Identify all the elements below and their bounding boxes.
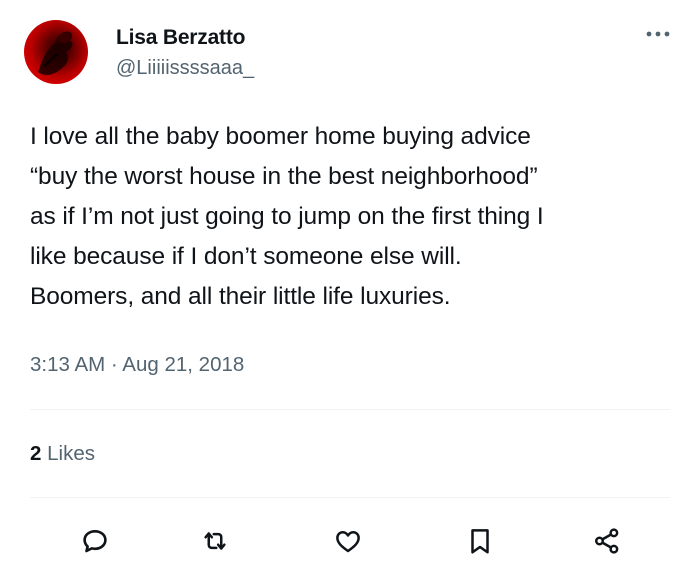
bookmark-button[interactable] [461, 522, 499, 560]
avatar-photo [38, 31, 73, 75]
more-horizontal-icon [646, 31, 670, 37]
likes-count: 2 [30, 442, 42, 465]
share-button[interactable] [588, 522, 626, 560]
user-handle[interactable]: @Liiiiissssaaa_ [116, 57, 254, 80]
likes-stat[interactable]: 2 Likes [30, 442, 95, 466]
reply-button[interactable] [76, 522, 114, 560]
avatar[interactable] [24, 20, 88, 84]
tweet-text-line: I love all the baby boomer home buying a… [30, 123, 531, 150]
reply-icon [83, 529, 107, 553]
retweet-icon [204, 532, 226, 550]
tweet-text-line: as if I’m not just going to jump on the … [30, 203, 544, 230]
tweet-text-line: like because if I don’t someone else wil… [30, 243, 462, 270]
tweet-text-line: Boomers, and all their little life luxur… [30, 283, 451, 310]
bookmark-icon [471, 529, 489, 554]
display-name[interactable]: Lisa Berzatto [116, 26, 245, 50]
tweet-card: Lisa Berzatto @Liiiiissssaaa_ I love all… [0, 0, 700, 579]
tweet-text-line: “buy the worst house in the best neighbo… [30, 163, 538, 190]
divider [30, 409, 670, 410]
tweet-timestamp[interactable]: 3:13 AM · Aug 21, 2018 [30, 353, 244, 377]
likes-label: Likes [47, 442, 95, 465]
like-button[interactable] [329, 522, 367, 560]
divider [30, 497, 670, 498]
more-options-button[interactable] [640, 22, 676, 46]
retweet-button[interactable] [196, 522, 234, 560]
heart-icon [336, 531, 360, 553]
tweet-text: I love all the baby boomer home buying a… [30, 117, 680, 317]
share-icon [595, 528, 619, 554]
